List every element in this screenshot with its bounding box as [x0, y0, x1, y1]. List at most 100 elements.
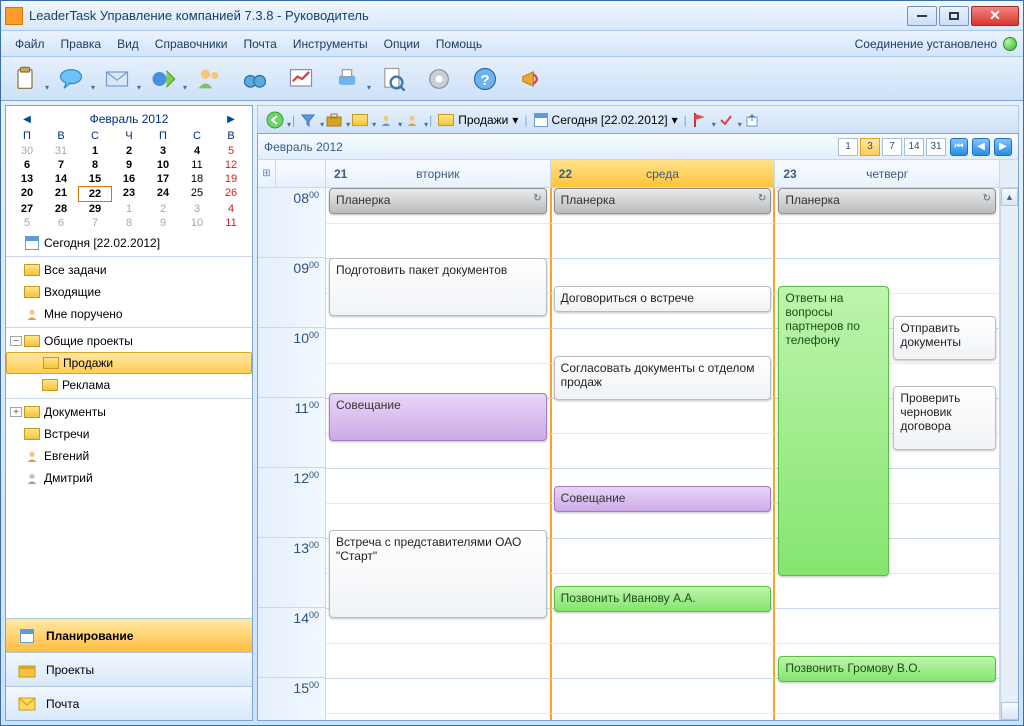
- task-item[interactable]: Ответы на вопросы партнеров по телефону: [778, 286, 889, 576]
- nav-planning[interactable]: Планирование: [6, 618, 252, 652]
- announce-button[interactable]: [513, 62, 549, 96]
- range-1-button[interactable]: 1: [838, 138, 858, 156]
- cal-day[interactable]: 4: [214, 202, 248, 216]
- day-header[interactable]: 21вторник: [326, 160, 551, 187]
- flag-button[interactable]: ▾: [689, 109, 711, 131]
- cal-day[interactable]: 31: [44, 144, 78, 158]
- menu-tools[interactable]: Инструменты: [285, 34, 376, 54]
- task-item[interactable]: Планерка↻: [554, 188, 772, 214]
- task-item[interactable]: Проверить черновик договора: [893, 386, 996, 450]
- close-button[interactable]: ✕: [971, 6, 1019, 26]
- tree-sales[interactable]: Продажи: [6, 352, 252, 374]
- day-column[interactable]: Планерка↻Ответы на вопросы партнеров по …: [775, 188, 1000, 720]
- task-item[interactable]: Договориться о встрече: [554, 286, 772, 312]
- preview-button[interactable]: [375, 62, 411, 96]
- tree-advertising[interactable]: Реклама: [6, 374, 252, 396]
- day-column[interactable]: Планерка↻Договориться о встречеСогласова…: [551, 188, 776, 720]
- expand-icon[interactable]: +: [10, 407, 22, 417]
- nav-first-button[interactable]: ⏮: [950, 138, 968, 156]
- mail-button[interactable]: ▾: [99, 62, 135, 96]
- range-31-button[interactable]: 31: [926, 138, 946, 156]
- menu-edit[interactable]: Правка: [53, 34, 110, 54]
- day-column[interactable]: Планерка↻Подготовить пакет документовСов…: [326, 188, 551, 720]
- minimize-button[interactable]: [907, 6, 937, 26]
- day-header[interactable]: 23четверг: [775, 160, 1000, 187]
- schedule-grid[interactable]: 08000900100011001200130014001500 Планерк…: [258, 188, 1018, 720]
- cal-day[interactable]: 5: [214, 144, 248, 158]
- task-item[interactable]: Отправить документы: [893, 316, 996, 360]
- breadcrumb[interactable]: Продажи▾: [438, 113, 518, 127]
- maximize-button[interactable]: [939, 6, 969, 26]
- menu-help[interactable]: Помощь: [428, 34, 490, 54]
- cal-day[interactable]: 5: [10, 216, 44, 230]
- cal-day[interactable]: 18: [180, 172, 214, 186]
- folder-filter-button[interactable]: ▾: [349, 109, 371, 131]
- nav-mail[interactable]: Почта: [6, 686, 252, 720]
- cal-day[interactable]: 11: [214, 216, 248, 230]
- export-button[interactable]: [741, 109, 763, 131]
- cal-day[interactable]: 25: [180, 186, 214, 202]
- expand-all-icon[interactable]: ⊞: [258, 160, 276, 187]
- cal-day[interactable]: 9: [146, 216, 180, 230]
- cal-day[interactable]: 24: [146, 186, 180, 202]
- tree-today[interactable]: Сегодня [22.02.2012]: [6, 232, 252, 254]
- cal-day[interactable]: 30: [10, 144, 44, 158]
- cal-day[interactable]: 6: [10, 158, 44, 172]
- check-button[interactable]: ▾: [715, 109, 737, 131]
- cal-day[interactable]: 10: [180, 216, 214, 230]
- cal-day[interactable]: 1: [112, 202, 146, 216]
- cal-next-button[interactable]: ▶: [224, 112, 238, 126]
- users-button[interactable]: [191, 62, 227, 96]
- menu-mail[interactable]: Почта: [235, 34, 284, 54]
- cal-day[interactable]: 8: [78, 158, 112, 172]
- briefcase-button[interactable]: ▾: [323, 109, 345, 131]
- cal-day[interactable]: 28: [44, 202, 78, 216]
- scroll-down-button[interactable]: ▼: [1001, 702, 1018, 720]
- cal-day[interactable]: 7: [78, 216, 112, 230]
- sync-button[interactable]: ▾: [145, 62, 181, 96]
- tree-documents[interactable]: +Документы: [6, 401, 252, 423]
- cal-day[interactable]: 7: [44, 158, 78, 172]
- tree-all-tasks[interactable]: Все задачи: [6, 259, 252, 281]
- cal-day[interactable]: 19: [214, 172, 248, 186]
- task-item[interactable]: Совещание: [329, 393, 547, 441]
- role-filter-button[interactable]: ▾: [401, 109, 423, 131]
- task-item[interactable]: Встреча с представителями ОАО "Старт": [329, 530, 547, 618]
- task-item[interactable]: Позвонить Иванову А.А.: [554, 586, 772, 612]
- cal-day[interactable]: 23: [112, 186, 146, 202]
- today-selector[interactable]: Сегодня [22.02.2012]▾: [534, 113, 678, 127]
- menu-refs[interactable]: Справочники: [147, 34, 236, 54]
- user-filter-button[interactable]: ▾: [375, 109, 397, 131]
- tree-dmitry[interactable]: Дмитрий: [6, 467, 252, 489]
- help-button[interactable]: ?: [467, 62, 503, 96]
- task-item[interactable]: Совещание: [554, 486, 772, 512]
- cal-day[interactable]: 3: [146, 144, 180, 158]
- cal-day[interactable]: 9: [112, 158, 146, 172]
- cal-day[interactable]: 17: [146, 172, 180, 186]
- task-item[interactable]: Планерка↻: [329, 188, 547, 214]
- tree-inbox[interactable]: Входящие: [6, 281, 252, 303]
- cal-day[interactable]: 3: [180, 202, 214, 216]
- nav-projects[interactable]: Проекты: [6, 652, 252, 686]
- filter-button[interactable]: ▾: [297, 109, 319, 131]
- scroll-up-button[interactable]: ▲: [1001, 188, 1018, 206]
- chart-button[interactable]: [283, 62, 319, 96]
- range-3-button[interactable]: 3: [860, 138, 880, 156]
- menu-view[interactable]: Вид: [109, 34, 147, 54]
- cal-day[interactable]: 13: [10, 172, 44, 186]
- tree-assigned[interactable]: Мне поручено: [6, 303, 252, 325]
- nav-next-button[interactable]: ▶: [994, 138, 1012, 156]
- cal-day[interactable]: 15: [78, 172, 112, 186]
- cal-day[interactable]: 4: [180, 144, 214, 158]
- chat-button[interactable]: ▾: [53, 62, 89, 96]
- range-14-button[interactable]: 14: [904, 138, 924, 156]
- cal-day[interactable]: 26: [214, 186, 248, 202]
- cal-day[interactable]: 14: [44, 172, 78, 186]
- cal-day[interactable]: 8: [112, 216, 146, 230]
- cal-day[interactable]: 10: [146, 158, 180, 172]
- settings-button[interactable]: [421, 62, 457, 96]
- cal-day[interactable]: 16: [112, 172, 146, 186]
- cal-day[interactable]: 21: [44, 186, 78, 202]
- nav-prev-button[interactable]: ◀: [972, 138, 990, 156]
- collapse-icon[interactable]: −: [10, 336, 22, 346]
